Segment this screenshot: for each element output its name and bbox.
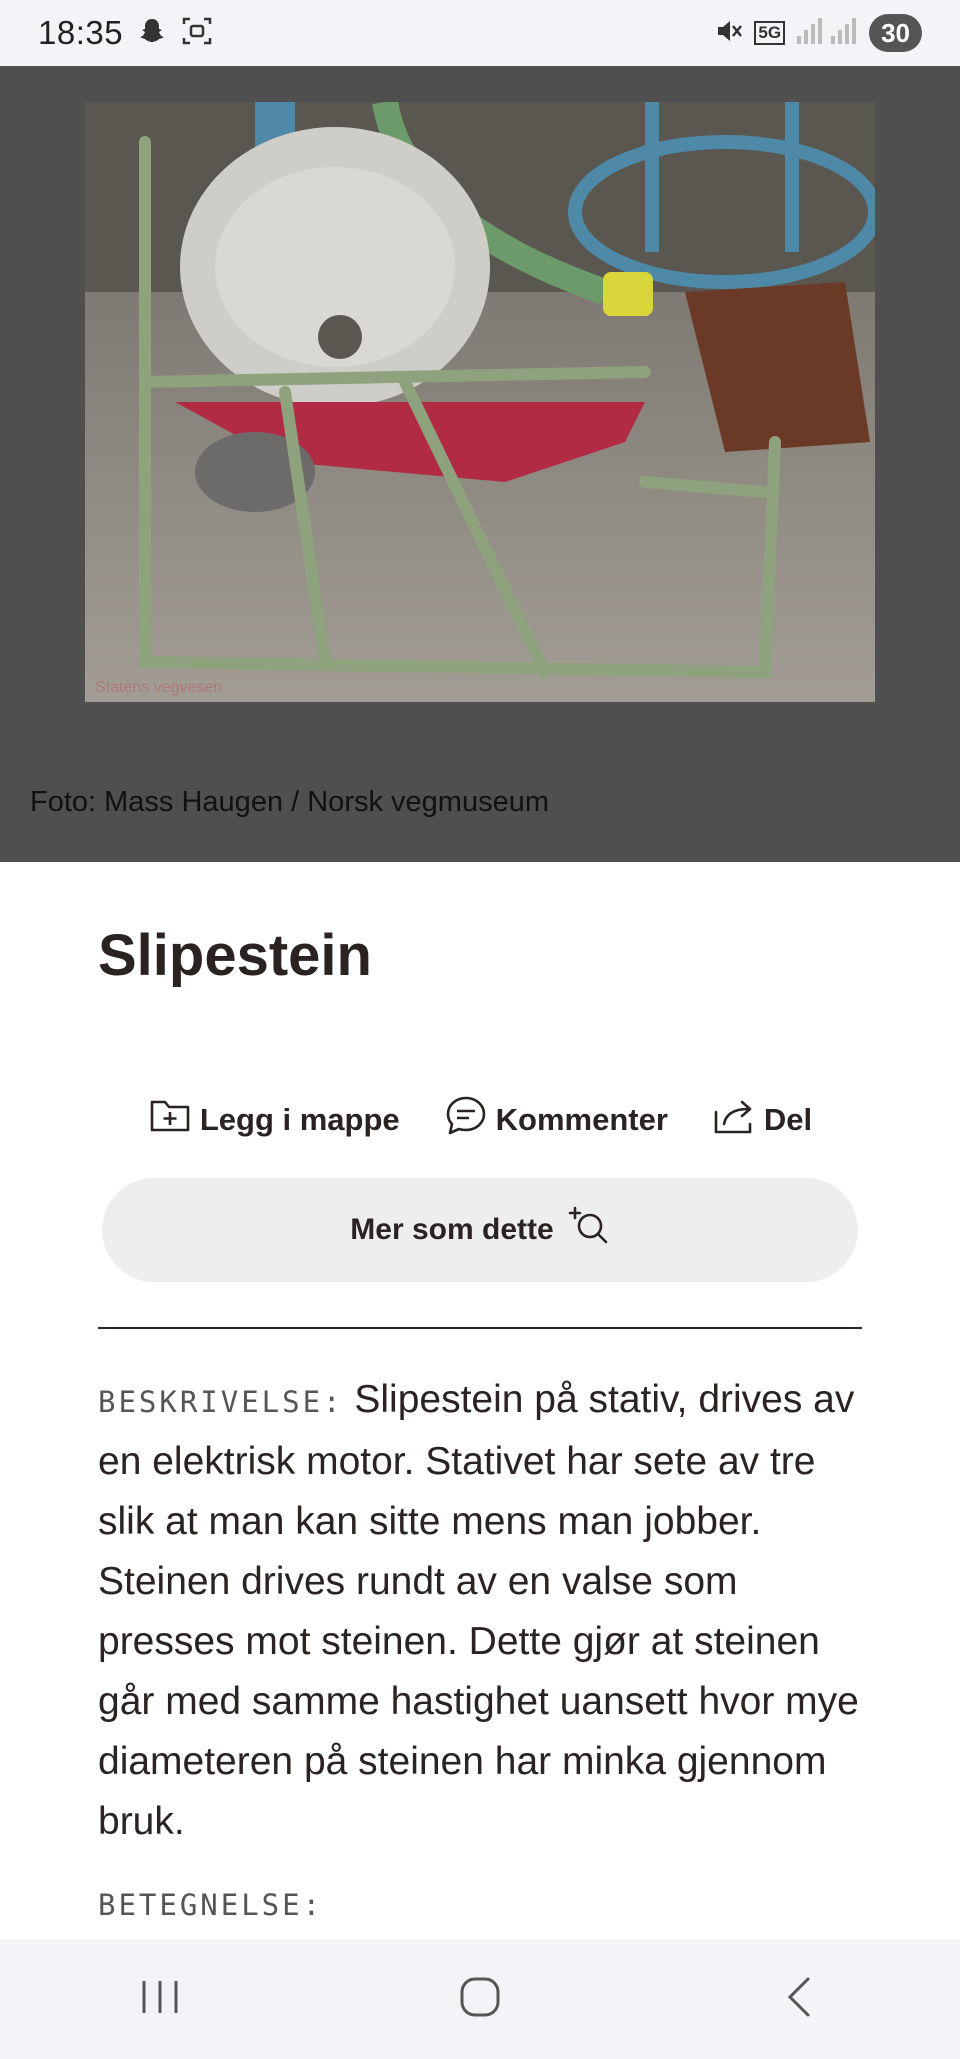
more-like-this-label: Mer som dette [350,1213,554,1246]
folder-plus-icon [148,1094,192,1146]
description-text: Slipestein på stativ, drives av en elekt… [98,1378,859,1843]
description-section: BESKRIVELSE: Slipestein på stativ, drive… [98,1370,868,1852]
share-label: Del [763,1102,813,1137]
screenshot-icon [181,15,213,52]
photo-watermark: Statens vegvesen [95,679,222,696]
object-photo[interactable]: Statens vegvesen [85,102,875,702]
more-like-this-button[interactable]: Mer som dette [102,1178,858,1282]
image-viewer: Statens vegvesen Foto: Mass Haugen / Nor… [0,66,960,862]
add-to-folder-button[interactable]: Legg i mappe [148,1094,400,1146]
status-time: 18:35 [38,14,124,51]
system-navigation-bar [0,1939,960,2059]
recent-apps-button[interactable] [100,1959,220,2039]
network-5g-icon: 5G [754,21,786,45]
signal-icon [795,16,859,51]
home-icon [458,1975,502,2024]
share-button[interactable]: Del [712,1094,812,1146]
snapchat-icon [137,16,167,51]
battery-indicator: 30 [869,14,922,52]
sparkle-search-icon [566,1204,610,1256]
divider [98,1327,862,1329]
recent-apps-icon [138,1977,182,2022]
home-button[interactable] [420,1959,540,2039]
back-icon [780,1975,820,2024]
photo-caption: Foto: Mass Haugen / Norsk vegmuseum [30,786,549,818]
status-bar: 18:35 5G 30 [0,0,960,66]
back-button[interactable] [740,1959,860,2039]
add-to-folder-label: Legg i mappe [199,1102,400,1137]
designation-label: BETEGNELSE: [98,1888,324,1922]
page-title: Slipestein [98,923,372,988]
comment-button[interactable]: Kommenter [444,1094,668,1146]
comment-label: Kommenter [495,1102,668,1137]
comment-icon [444,1094,488,1146]
share-icon [712,1094,756,1146]
description-label: BESKRIVELSE: [98,1385,344,1419]
action-bar: Legg i mappe Kommenter Del [98,1094,862,1146]
mute-icon [714,16,744,51]
